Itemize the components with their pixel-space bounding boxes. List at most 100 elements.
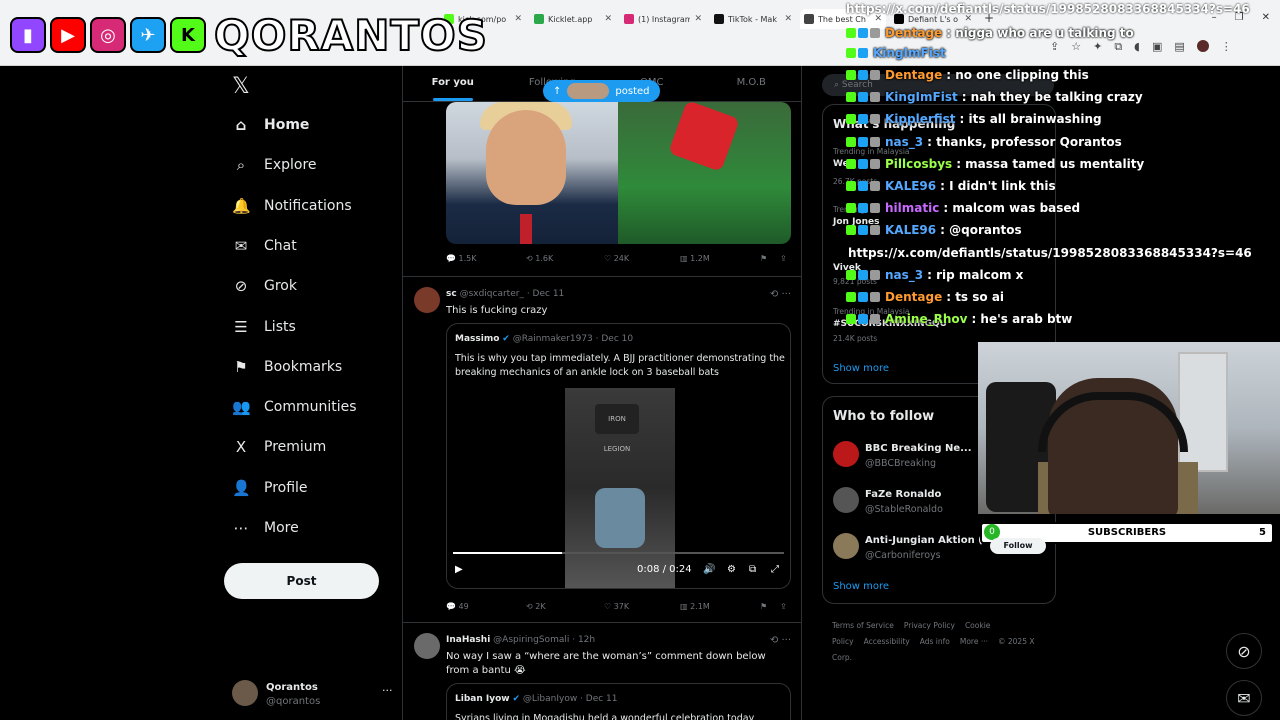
bookmark-icon[interactable]: ⚑ — [760, 254, 767, 263]
post-actions: 💬 1.5K ⟲ 1.6K ♡ 24K ▥ 1.2M ⚑ ⇪ — [446, 254, 791, 268]
chat-message: Dentage: no one clipping this — [846, 66, 1089, 84]
more-options-icon[interactable]: ⟲ ··· — [770, 635, 791, 646]
profile-avatar[interactable] — [1196, 40, 1209, 52]
badge-icon — [858, 225, 868, 236]
pip-icon[interactable]: ⧉ — [749, 564, 756, 575]
close-tab-icon[interactable]: ✕ — [514, 14, 522, 24]
footer-link[interactable]: More ··· — [960, 637, 988, 646]
chat-message: Amine_Rhov: he's arab btw — [846, 310, 1072, 328]
avatar[interactable] — [414, 633, 440, 659]
sidebar-item-communities[interactable]: 👥 Communities — [232, 398, 357, 416]
tab-for-you[interactable]: For you — [403, 66, 503, 101]
share-icon[interactable]: ⇪ — [780, 602, 787, 611]
sidebar-item-label: Notifications — [264, 197, 352, 214]
sidebar-item-profile[interactable]: 👤 Profile — [232, 479, 308, 497]
reply-button[interactable]: 💬 49 — [446, 602, 469, 611]
volume-icon[interactable]: 🔊 — [703, 564, 715, 575]
follow-handle: @Carboniferoys — [865, 550, 941, 561]
footer-link[interactable]: Ads info — [920, 637, 950, 646]
sidebar-item-grok[interactable]: ⊘ Grok — [232, 277, 297, 295]
sidebar-item-label: Lists — [264, 318, 296, 335]
puzzle-icon[interactable]: ⧉ — [1114, 40, 1122, 54]
repost-button[interactable]: ⟲ 1.6K — [526, 254, 553, 263]
messages-icon[interactable]: ✉ — [1226, 680, 1262, 716]
favicon-icon — [624, 14, 634, 24]
audio-icon[interactable]: ◖ — [1134, 40, 1140, 54]
sidebar-item-premium[interactable]: X Premium — [232, 438, 326, 456]
play-icon[interactable]: ▶ — [455, 564, 463, 575]
footer-link[interactable]: Accessibility — [864, 637, 910, 646]
close-tab-icon[interactable]: ✕ — [784, 14, 792, 24]
post-button[interactable]: Post — [224, 563, 379, 599]
sidebar-item-bookmarks[interactable]: ⚑ Bookmarks — [232, 358, 342, 376]
bell-icon: 🔔 — [232, 196, 251, 215]
left-sidebar: 𝕏 ⌂ Home ⌕ Explore 🔔 Notifications ✉ Chat ⊘ Grok ☰… — [224, 70, 394, 720]
like-button[interactable]: ♡ 37K — [604, 602, 629, 611]
show-more-link[interactable]: Show more — [833, 581, 889, 592]
like-button[interactable]: ♡ 24K — [604, 254, 629, 263]
quote-tweet[interactable]: Liban Iyow ✔ @LibanIyow · Dec 11 Syrians… — [446, 683, 791, 720]
close-tab-icon[interactable]: ✕ — [694, 14, 702, 24]
sidebar-item-home[interactable]: ⌂ Home — [232, 116, 310, 134]
sidebar-item-lists[interactable]: ☰ Lists — [232, 318, 296, 336]
share-icon[interactable]: ⇪ — [780, 254, 787, 263]
browser-tab[interactable]: TikTok - Mak ✕ — [710, 9, 796, 29]
badge-icon — [870, 92, 880, 103]
chat-text: : its all brainwashing — [959, 112, 1102, 127]
badge-icon — [870, 114, 880, 125]
bookmark-icon[interactable]: ⚑ — [760, 602, 767, 611]
sidebar-item-more[interactable]: ⋯ More — [232, 519, 299, 537]
quote-tweet[interactable]: Massimo ✔ @Rainmaker1973 · Dec 10 This i… — [446, 323, 791, 589]
video-player[interactable]: IRON LEGION ▶ 0:08 / 0:24 🔊 ⚙ ⧉ ⤢ — [447, 388, 790, 588]
repost-button[interactable]: ⟲ 2K — [526, 602, 546, 611]
follow-handle: @StableRonaldo — [865, 504, 943, 515]
chat-username: KALE96 — [885, 179, 937, 193]
more-icon[interactable]: ··· — [382, 684, 393, 697]
sidebar-item-notifications[interactable]: 🔔 Notifications — [232, 197, 352, 215]
close-window-button[interactable]: ✕ — [1262, 12, 1270, 23]
sidepanel-icon[interactable]: ▤ — [1174, 40, 1184, 54]
menu-icon[interactable]: ⋮ — [1221, 40, 1232, 54]
reply-button[interactable]: 💬 1.5K — [446, 254, 476, 263]
window-icon[interactable]: ▣ — [1152, 40, 1162, 54]
share-icon[interactable]: ⇪ — [1050, 40, 1059, 54]
footer-link[interactable]: Terms of Service — [832, 621, 894, 630]
fullscreen-icon[interactable]: ⤢ — [771, 564, 779, 575]
video-time: 0:08 / 0:24 — [637, 564, 692, 575]
more-options-icon[interactable]: ⟲ ··· — [770, 289, 791, 300]
views-button[interactable]: ▥ 2.1M — [680, 602, 710, 611]
tab-mob[interactable]: M.O.B — [702, 66, 802, 101]
badge-icon — [858, 92, 868, 103]
post-media[interactable] — [446, 102, 791, 244]
video-progress[interactable] — [453, 552, 784, 554]
settings-icon[interactable]: ⚙ — [727, 564, 736, 575]
sidebar-item-chat[interactable]: ✉ Chat — [232, 237, 297, 255]
tweet[interactable]: sc @sxdiqcarter_ · Dec 11 ⟲ ··· This is … — [403, 276, 801, 622]
show-more-link[interactable]: Show more — [833, 363, 889, 374]
grok-icon[interactable]: ⊘ — [1226, 633, 1262, 669]
sub-label: SUBSCRIBERS — [1087, 527, 1167, 538]
follow-button[interactable]: Follow — [990, 538, 1046, 554]
footer-link[interactable]: Privacy Policy — [904, 621, 955, 630]
extension-icon[interactable]: ✦ — [1093, 40, 1102, 54]
sidebar-item-label: Grok — [264, 278, 297, 295]
views-button[interactable]: ▥ 1.2M — [680, 254, 710, 263]
x-logo-icon[interactable]: 𝕏 — [232, 74, 250, 99]
new-posts-pill[interactable]: ↑ posted — [543, 80, 660, 102]
kick-badge-icon — [846, 225, 856, 236]
twitter-icon: ✈ — [130, 17, 166, 53]
sidebar-item-explore[interactable]: ⌕ Explore — [232, 156, 317, 174]
browser-tab[interactable]: Kicklet.app ✕ — [530, 9, 616, 29]
account-switcher[interactable]: Qorantos @qorantos ··· — [232, 680, 393, 710]
sidebar-item-label: Premium — [264, 439, 327, 456]
stream-logo: ▮ ▶ ◎ ✈ K QORANTOS — [10, 8, 488, 62]
tweet[interactable]: InaHashi @AspiringSomali · 12h ⟲ ··· No … — [403, 622, 801, 720]
avatar[interactable] — [414, 287, 440, 313]
star-icon[interactable]: ☆ — [1071, 40, 1081, 54]
chat-username: hilmatic — [885, 201, 940, 216]
sidebar-item-label: Bookmarks — [264, 358, 343, 375]
browser-tab[interactable]: (1) Instagram ✕ — [620, 9, 706, 29]
chat-username: Amine_Rhov — [885, 312, 968, 327]
close-tab-icon[interactable]: ✕ — [604, 14, 612, 24]
chat-username: KALE96 — [885, 223, 937, 238]
